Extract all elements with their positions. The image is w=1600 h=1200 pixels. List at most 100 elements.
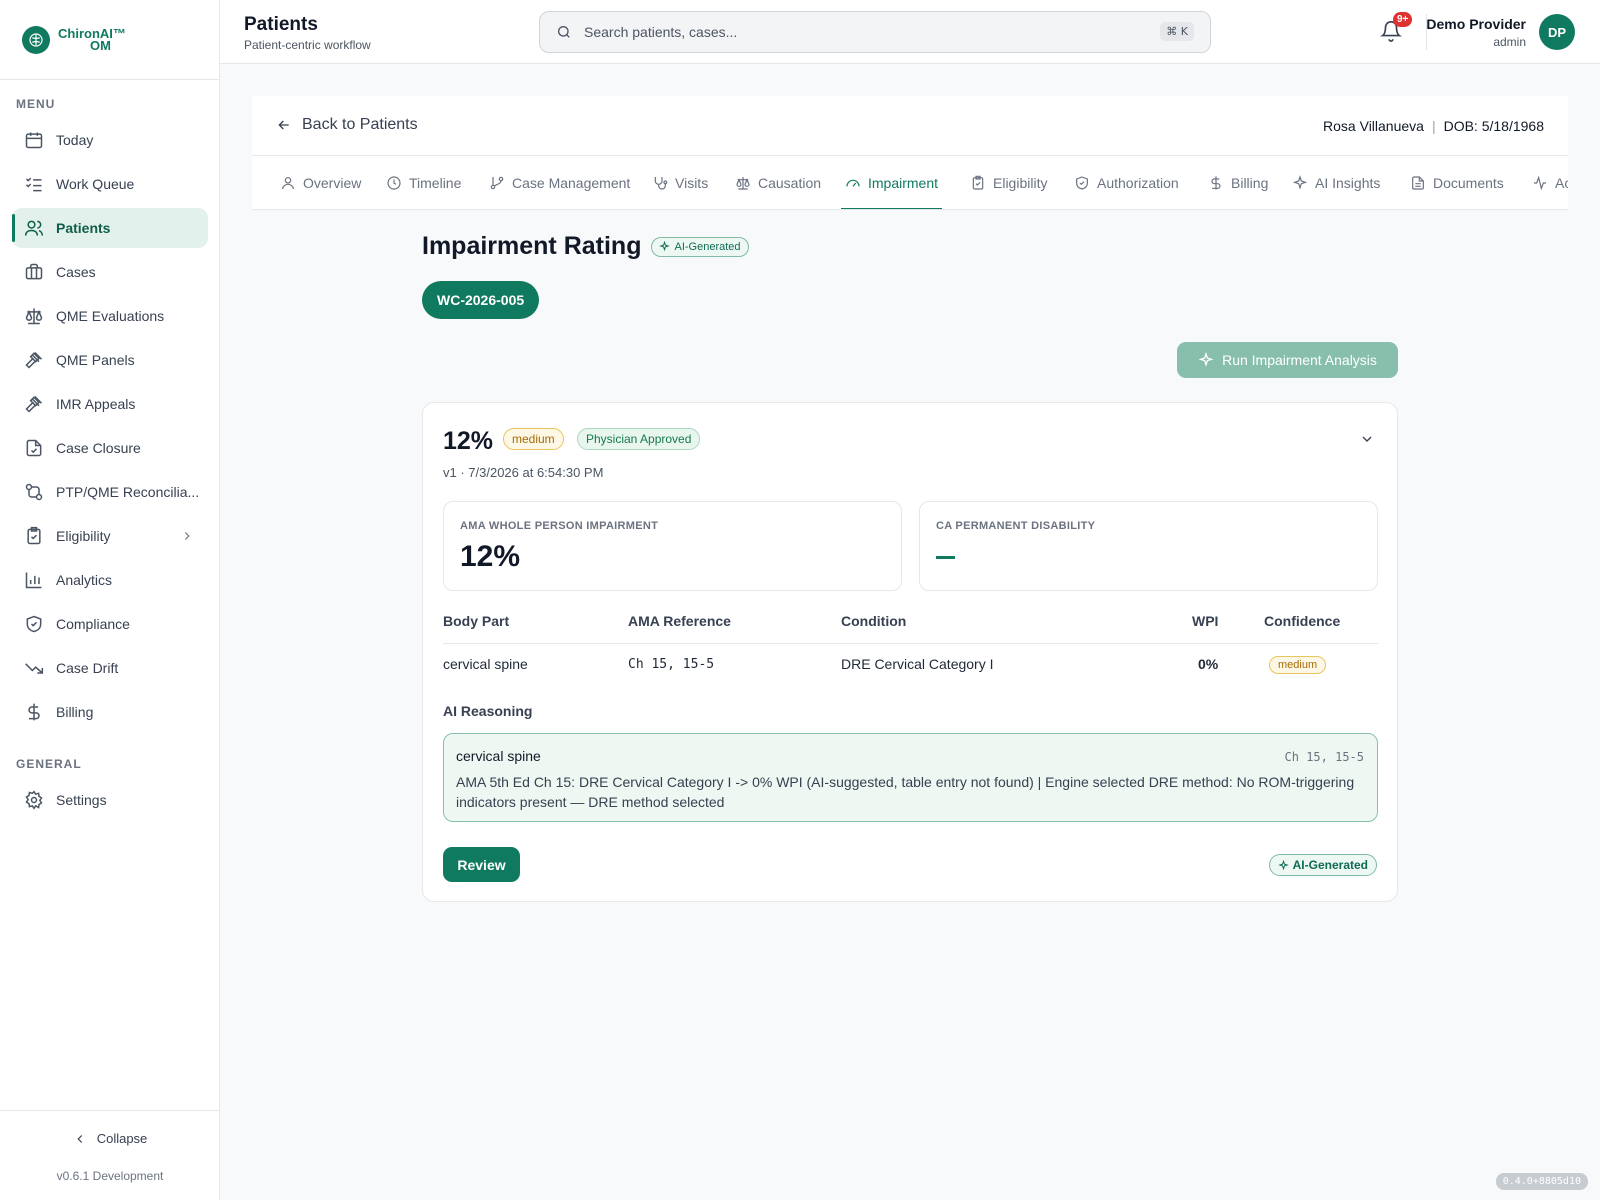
file-text-icon [1412,175,1424,190]
sidebar-item-compliance[interactable]: Compliance [12,604,208,644]
sidebar-item-settings[interactable]: Settings [12,780,208,820]
review-button[interactable]: Review [443,847,520,882]
sidebar-item-cases[interactable]: Cases [12,252,208,292]
stat-value: 12% [460,540,521,573]
user-icon [282,176,294,189]
tab-authorization[interactable]: Authorization [1074,156,1179,209]
col-wpi: WPI [1192,613,1264,644]
sidebar-item-case-drift[interactable]: Case Drift [12,648,208,688]
back-to-patients-link[interactable]: Back to Patients [276,116,418,134]
shield-check-icon [1076,175,1088,190]
shield-check-icon [26,615,42,633]
tab-eligibility[interactable]: Eligibility [970,156,1047,209]
sidebar-item-label: Analytics [56,572,113,588]
sidebar-item-label: Case Closure [56,440,141,456]
sidebar-footer: Collapse v0.6.1 Development [0,1110,220,1200]
ai-generated-badge: AI-Generated [1268,854,1377,876]
sidebar-item-label: Today [56,132,94,148]
sidebar-item-label: Eligibility [56,528,111,544]
sidebar-item-label: Settings [56,792,107,808]
sidebar-item-label: Cases [56,264,96,280]
users-icon [24,220,44,236]
brand-logo[interactable]: ChironAI™ OM [0,0,219,80]
tab-timeline[interactable]: Timeline [386,156,461,209]
clipboard-check-icon [972,175,984,190]
collapse-button[interactable]: Collapse [73,1131,147,1146]
rating-card: 12% medium Physician Approved v1 · 7/3/2… [422,402,1398,902]
tab-activity[interactable]: Ac [1532,156,1568,209]
user-name: Demo Provider [1426,16,1526,32]
sidebar-item-billing[interactable]: Billing [12,692,208,732]
cell-confidence: medium [1264,643,1378,685]
tab-billing[interactable]: Billing [1208,156,1268,209]
cell-reference: Ch 15, 15-5 [628,656,715,672]
sidebar-item-eligibility[interactable]: Eligibility [12,516,208,556]
sidebar-item-label: QME Evaluations [56,308,165,324]
run-impairment-analysis-button[interactable]: Run Impairment Analysis [1177,342,1398,378]
tab-label: Authorization [1097,174,1179,191]
scale-icon [736,176,750,190]
rating-meta: v1 · 7/3/2026 at 6:54:30 PM [443,465,604,480]
tab-label: Case Management [512,174,631,191]
reasoning-reference: Ch 15, 15-5 [1284,750,1364,764]
sparkles-icon [659,241,671,252]
chevron-right-icon[interactable] [180,529,194,543]
tab-documents[interactable]: Documents [1410,156,1504,209]
sidebar-item-imr-appeals[interactable]: IMR Appeals [12,384,208,424]
sidebar-item-ptp-qme-reconciliation[interactable]: PTP/QME Reconcilia... [12,472,208,512]
tab-label: Eligibility [993,174,1048,191]
brand-suffix: OM [90,37,111,53]
tab-impairment[interactable]: Impairment [840,156,943,209]
badge-label: AI-Generated [1292,858,1368,872]
patient-tabs: Overview Timeline Case Management Visits… [252,156,1568,210]
sidebar-nav: Today Work Queue Patients Cases QME Eval… [12,120,208,736]
confidence-badge: medium [1269,655,1327,674]
sidebar-item-patients[interactable]: Patients [12,208,208,248]
tab-causation[interactable]: Causation [735,156,821,209]
sidebar-item-label: Work Queue [56,176,135,192]
bar-chart-icon [25,572,42,589]
list-checks-icon [25,177,42,192]
search-bar[interactable]: ⌘ K [539,11,1211,53]
table-row: cervical spine Ch 15, 15-5 DRE Cervical … [443,643,1378,685]
clock-icon [387,175,401,190]
tab-label: Documents [1433,174,1504,191]
sidebar-item-analytics[interactable]: Analytics [12,560,208,600]
app-version: v0.6.1 Development [56,1168,164,1183]
ama-wpi-stat: AMA WHOLE PERSON IMPAIRMENT 12% [443,501,902,591]
impairment-panel: Impairment Rating AI-Generated WC-2026-0… [422,232,1398,902]
arrow-left-icon [278,120,289,130]
tab-label: Visits [675,174,709,191]
tab-label: Ac [1555,174,1568,191]
user-info[interactable]: Demo Provider admin [1426,16,1526,49]
search-input[interactable] [584,24,1144,40]
avatar[interactable]: DP [1539,14,1575,50]
sidebar-item-case-closure[interactable]: Case Closure [12,428,208,468]
gear-icon [25,790,43,810]
chevron-left-icon [77,1134,82,1143]
ai-reasoning-heading: AI Reasoning [443,703,533,719]
sidebar-item-work-queue[interactable]: Work Queue [12,164,208,204]
sidebar-item-label: Billing [56,704,94,720]
sidebar-item-today[interactable]: Today [12,120,208,160]
stat-label: AMA WHOLE PERSON IMPAIRMENT [460,520,659,532]
tab-label: Causation [758,174,822,191]
sidebar-item-label: PTP/QME Reconcilia... [56,484,200,500]
tab-visits[interactable]: Visits [652,156,708,209]
tab-label: Timeline [409,174,462,191]
stethoscope-icon [654,176,668,190]
sidebar-item-qme-evaluations[interactable]: QME Evaluations [12,296,208,336]
scale-icon [25,308,43,325]
ca-pd-stat: CA PERMANENT DISABILITY [919,501,1378,591]
col-body-part: Body Part [443,613,628,644]
sidebar-item-label: Compliance [56,616,130,632]
sidebar: ChironAI™ OM MENU Today Work Queue Patie… [0,0,220,1200]
chevron-down-icon[interactable] [1359,431,1375,447]
patient-name: Rosa Villanueva [1323,118,1424,134]
tab-ai-insights[interactable]: AI Insights [1292,156,1380,209]
tab-overview[interactable]: Overview [280,156,361,209]
sidebar-item-qme-panels[interactable]: QME Panels [12,340,208,380]
tab-case-management[interactable]: Case Management [489,156,630,209]
stat-label: CA PERMANENT DISABILITY [936,520,1096,532]
case-selector-pill[interactable]: WC-2026-005 [422,281,540,319]
